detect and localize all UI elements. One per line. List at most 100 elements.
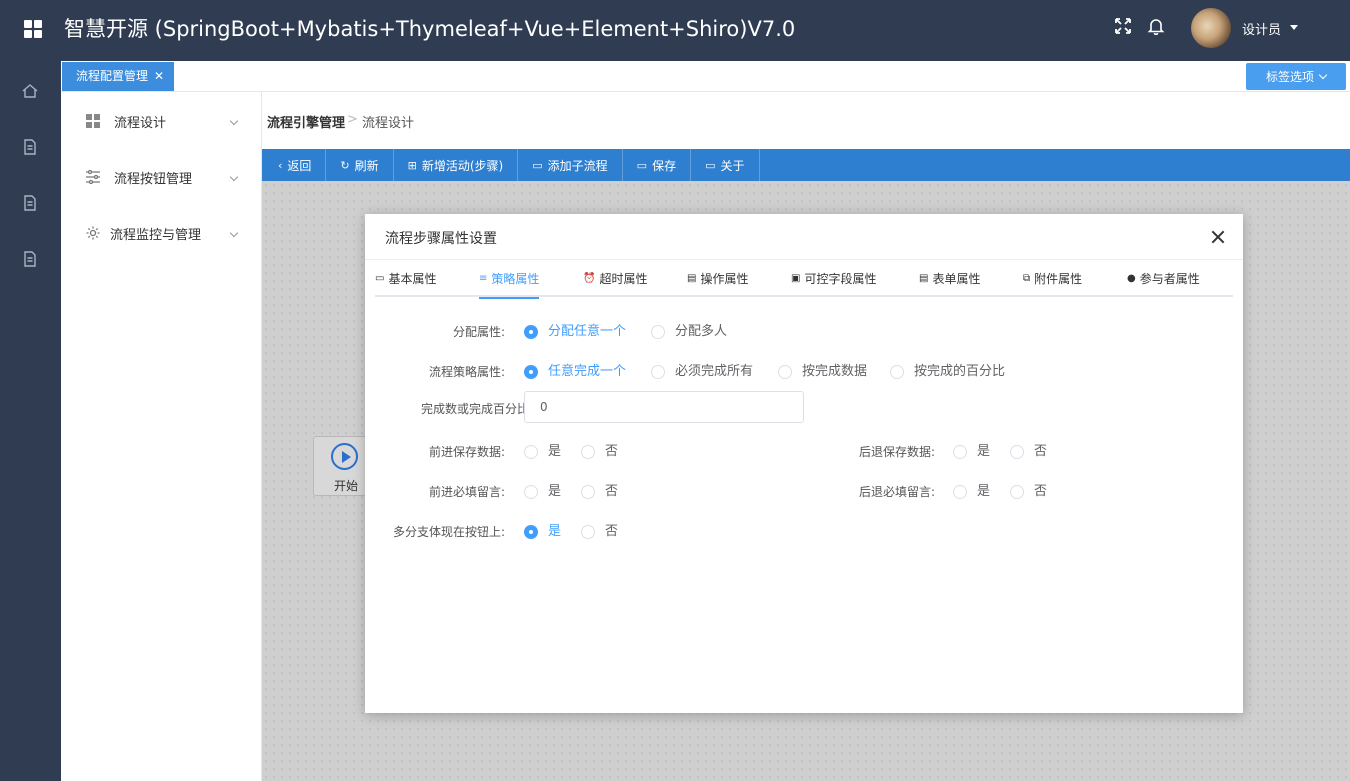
menu-item-label: 流程监控与管理 <box>110 227 202 243</box>
radio-dot <box>581 445 595 459</box>
strategy-percent-radio[interactable]: 按完成的百分比 <box>890 365 1005 379</box>
menu-item-button-management[interactable]: 流程按钮管理 <box>61 149 261 205</box>
bell-icon[interactable] <box>1146 16 1166 36</box>
radio-label: 是 <box>548 444 562 459</box>
tab-timeout[interactable]: ⏰ 超时属性 <box>583 260 647 297</box>
breadcrumb-level2: 流程设计 <box>362 116 415 131</box>
list-icon: ▤ <box>687 273 697 284</box>
radio-dot <box>778 365 792 379</box>
fwd-save-yes-radio[interactable]: 是 <box>524 445 561 459</box>
radio-label: 分配多人 <box>675 324 728 339</box>
gear-icon <box>85 225 101 241</box>
tab-basic[interactable]: ▭ 基本属性 <box>375 260 436 297</box>
document-icon[interactable] <box>20 193 40 213</box>
caret-down-icon[interactable] <box>1290 25 1298 30</box>
nav-rail <box>0 61 61 781</box>
start-node-label: 开始 <box>334 479 359 493</box>
play-icon <box>331 443 358 470</box>
branch-yes-radio[interactable]: 是 <box>524 525 561 539</box>
radio-label: 否 <box>1034 484 1048 499</box>
menu-item-process-design[interactable]: 流程设计 <box>61 93 261 149</box>
menu-item-monitoring[interactable]: 流程监控与管理 <box>61 205 261 261</box>
apps-grid-icon[interactable] <box>24 20 42 38</box>
chevron-down-icon <box>229 172 239 182</box>
message-row: 前进必填留言: 是 否 后退必填留言: 是 否 <box>365 477 1243 507</box>
back-save-yes-radio[interactable]: 是 <box>953 445 990 459</box>
branch-no-radio[interactable]: 否 <box>581 525 618 539</box>
grid-icon <box>85 113 101 129</box>
close-icon[interactable]: ✕ <box>154 62 164 91</box>
top-header: 智慧开源 (SpringBoot+Mybatis+Thymeleaf+Vue+E… <box>0 0 1350 61</box>
radio-label: 是 <box>548 484 562 499</box>
user-name[interactable]: 设计员 <box>1242 19 1281 38</box>
tab-operation[interactable]: ▤ 操作属性 <box>687 260 748 297</box>
tag-options-button[interactable]: 标签选项 <box>1246 63 1346 90</box>
breadcrumb: 流程引擎管理 > 流程设计 <box>262 92 1350 149</box>
refresh-icon: ↻ <box>340 158 350 172</box>
count-row: 完成数或完成百分比: <box>365 394 1243 424</box>
assign-multi-radio[interactable]: 分配多人 <box>651 325 727 339</box>
back-msg-no-radio[interactable]: 否 <box>1010 485 1047 499</box>
step-properties-dialog: 流程步骤属性设置 ▭ 基本属性 ≡ 策略属性 ⏰ 超时属性 ▤ 操作属性 ▣ 可… <box>365 214 1243 713</box>
radio-dot <box>651 325 665 339</box>
tab-participants[interactable]: ● 参与者属性 <box>1127 260 1200 297</box>
fwd-save-no-radio[interactable]: 否 <box>581 445 618 459</box>
add-activity-button[interactable]: ⊞ 新增活动(步骤) <box>394 149 519 181</box>
tab-strategy[interactable]: ≡ 策略属性 <box>479 260 540 299</box>
radio-dot <box>1010 485 1024 499</box>
radio-label: 否 <box>605 444 619 459</box>
home-icon[interactable] <box>20 81 40 101</box>
sliders-icon: ≡ <box>479 273 488 284</box>
dialog-tabs: ▭ 基本属性 ≡ 策略属性 ⏰ 超时属性 ▤ 操作属性 ▣ 可控字段属性 ▤ 表… <box>375 260 1233 299</box>
radio-dot <box>953 485 967 499</box>
strategy-all-radio[interactable]: 必须完成所有 <box>651 365 753 379</box>
tab-bar: 流程配置管理 ✕ <box>61 61 1350 92</box>
tab-process-config[interactable]: 流程配置管理 ✕ <box>62 62 175 91</box>
add-icon: ⊞ <box>407 158 417 172</box>
fullscreen-icon[interactable] <box>1113 16 1133 36</box>
back-msg-yes-radio[interactable]: 是 <box>953 485 990 499</box>
chevron-down-icon <box>1318 70 1328 80</box>
folder-icon: ▭ <box>532 158 543 172</box>
add-subprocess-button[interactable]: ▭ 添加子流程 <box>518 149 623 181</box>
field-icon: ▣ <box>791 273 801 284</box>
add-activity-label: 新增活动(步骤) <box>421 158 504 173</box>
back-button[interactable]: ‹ 返回 <box>262 149 327 181</box>
tag-options-label: 标签选项 <box>1265 70 1314 84</box>
radio-dot <box>953 445 967 459</box>
tab-label: 参与者属性 <box>1139 272 1200 286</box>
tab-form[interactable]: ▤ 表单属性 <box>919 260 980 297</box>
chevron-left-icon: ‹ <box>278 158 283 172</box>
designer-toolbar: ‹ 返回 ↻ 刷新 ⊞ 新增活动(步骤) ▭ 添加子流程 ▭ 保存 ▭ 关于 <box>262 149 1350 181</box>
tab-fields[interactable]: ▣ 可控字段属性 <box>791 260 876 297</box>
back-save-no-radio[interactable]: 否 <box>1010 445 1047 459</box>
chevron-down-icon <box>229 228 239 238</box>
tab-label: 流程配置管理 <box>76 69 149 83</box>
radio-dot <box>524 365 538 379</box>
tab-label: 策略属性 <box>491 272 540 286</box>
radio-dot <box>524 445 538 459</box>
tab-label: 表单属性 <box>932 272 981 286</box>
assign-any-radio[interactable]: 分配任意一个 <box>524 325 626 339</box>
radio-dot <box>651 365 665 379</box>
back-save-label: 后退保存数据: <box>858 445 935 459</box>
fwd-msg-yes-radio[interactable]: 是 <box>524 485 561 499</box>
close-icon[interactable] <box>1208 227 1228 247</box>
avatar[interactable] <box>1191 8 1231 48</box>
menu-item-label: 流程按钮管理 <box>114 171 193 187</box>
about-button[interactable]: ▭ 关于 <box>691 149 760 181</box>
document-icon[interactable] <box>20 137 40 157</box>
chevron-down-icon <box>229 116 239 126</box>
save-button[interactable]: ▭ 保存 <box>623 149 692 181</box>
document-icon[interactable] <box>20 249 40 269</box>
tab-label: 基本属性 <box>388 272 437 286</box>
strategy-any-radio[interactable]: 任意完成一个 <box>524 365 626 379</box>
alarm-icon: ⏰ <box>583 273 596 284</box>
tab-attachment[interactable]: ⧉ 附件属性 <box>1023 260 1082 297</box>
strategy-count-radio[interactable]: 按完成数据 <box>778 365 867 379</box>
refresh-button[interactable]: ↻ 刷新 <box>326 149 394 181</box>
breadcrumb-level1[interactable]: 流程引擎管理 <box>267 112 345 131</box>
fwd-msg-no-radio[interactable]: 否 <box>581 485 618 499</box>
strategy-row: 流程策略属性: 任意完成一个 必须完成所有 按完成数据 按完成的百分比 <box>365 357 1243 387</box>
count-input[interactable]: 0 <box>524 391 804 423</box>
